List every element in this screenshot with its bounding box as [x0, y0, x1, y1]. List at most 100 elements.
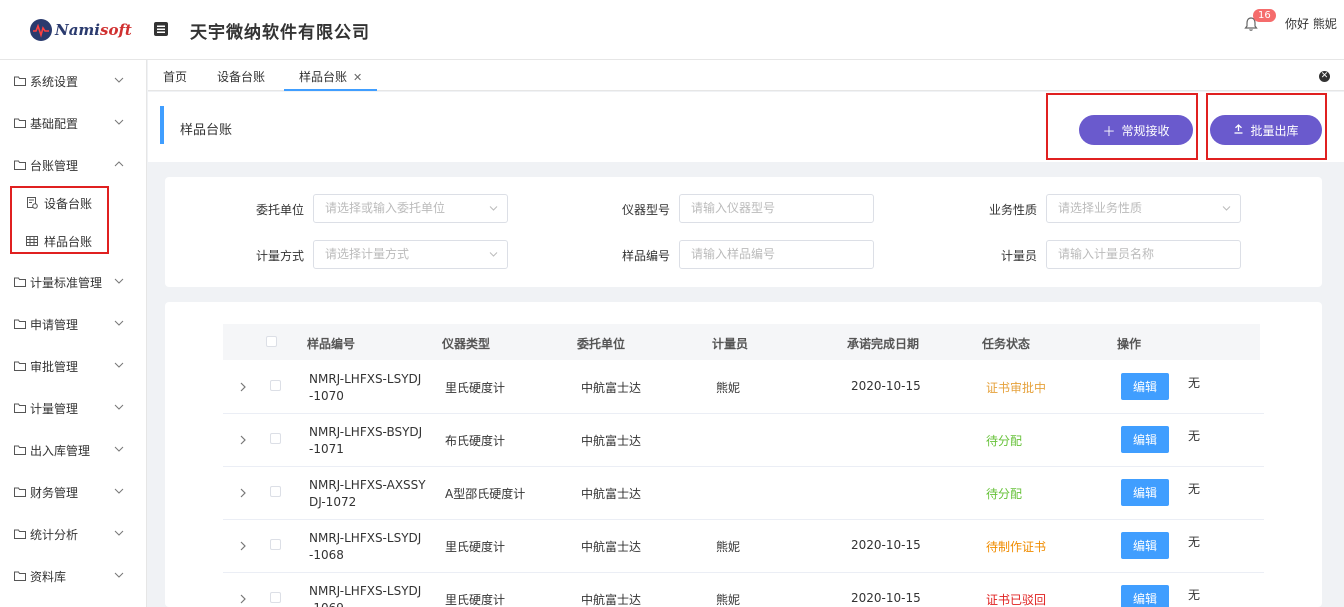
select-all-checkbox[interactable] [266, 336, 277, 347]
extra-action-cell: 无 [1188, 429, 1201, 443]
row-checkbox[interactable] [270, 433, 281, 444]
expand-row-icon[interactable] [239, 594, 247, 604]
sidebar-item-statistics[interactable]: 统计分析 [0, 513, 147, 555]
sidebar-item-label: 基础配置 [30, 116, 79, 131]
edit-button[interactable]: 编辑 [1121, 373, 1169, 400]
col-actions: 操作 [1117, 337, 1142, 351]
col-task-status[interactable]: 任务状态 [982, 335, 1030, 352]
chevron-down-icon [114, 404, 124, 410]
sample-no-line1: NMRJ-LHFXS-LSYDJ [309, 531, 422, 545]
operator-input[interactable]: 请输入计量员名称 [1046, 240, 1241, 269]
tab-equipment-ledger[interactable]: 设备台账 [217, 68, 265, 85]
tab-home[interactable]: 首页 [163, 68, 187, 85]
sample-no-line2: -1070 [309, 389, 344, 403]
chevron-down-icon [1222, 206, 1231, 211]
task-status-cell: 证书已驳回 [986, 593, 1047, 607]
chevron-down-icon [114, 77, 124, 83]
chevron-down-icon [114, 572, 124, 578]
col-instrument-type[interactable]: 仪器类型 [442, 335, 490, 352]
sidebar-item-basic-config[interactable]: 基础配置 [0, 102, 147, 144]
due-date-cell: 2020-10-15 [851, 538, 921, 552]
sidebar-item-metrology[interactable]: 计量管理 [0, 387, 147, 429]
sidebar-item-label: 统计分析 [30, 527, 79, 542]
sample-no-cell: NMRJ-LHFXS-LSYDJ -1070 [309, 371, 421, 405]
instrument-type-cell: 里氏硬度计 [445, 381, 506, 395]
placeholder: 请选择或输入委托单位 [325, 201, 446, 215]
chevron-down-icon [489, 252, 498, 257]
logo-wave-icon [30, 19, 52, 41]
tab-sample-ledger[interactable]: 样品台账 ✕ [299, 68, 362, 85]
row-checkbox[interactable] [270, 539, 281, 550]
sample-no-line1: NMRJ-LHFXS-LSYDJ [309, 372, 422, 386]
row-checkbox[interactable] [270, 592, 281, 603]
close-all-tabs-icon[interactable]: ✕ [1319, 71, 1330, 82]
placeholder: 请输入样品编号 [691, 247, 776, 261]
sidebar-item-label: 资料库 [30, 569, 67, 584]
menu-toggle-icon[interactable] [153, 21, 169, 37]
placeholder: 请选择业务性质 [1058, 201, 1143, 215]
sidebar-item-label: 计量管理 [30, 401, 79, 416]
highlight-box-batch-out [1206, 93, 1327, 160]
edit-button[interactable]: 编辑 [1121, 532, 1169, 559]
row-checkbox[interactable] [270, 486, 281, 497]
expand-row-icon[interactable] [239, 541, 247, 551]
business-select[interactable]: 请选择业务性质 [1046, 194, 1241, 223]
sidebar-item-metrology-standards[interactable]: 计量标准管理 [0, 261, 147, 303]
edit-button[interactable]: 编辑 [1121, 479, 1169, 506]
chevron-down-icon [114, 488, 124, 494]
client-label: 委托单位 [255, 203, 304, 217]
chevron-down-icon [114, 320, 124, 326]
sample-no-cell: NMRJ-LHFXS-AXSSY DJ-1072 [309, 477, 426, 511]
sidebar-item-ledger-management[interactable]: 台账管理 [0, 144, 147, 186]
col-client[interactable]: 委托单位 [577, 335, 625, 352]
row-checkbox[interactable] [270, 380, 281, 391]
folder-icon [14, 403, 26, 413]
sample-no-line2: -1069 [309, 601, 344, 607]
tab-close-icon[interactable]: ✕ [353, 71, 362, 84]
sidebar-item-system-settings[interactable]: 系统设置 [0, 60, 147, 102]
company-logo[interactable]: Namisoft [30, 16, 132, 44]
user-greeting[interactable]: 你好 熊妮 [1285, 15, 1337, 32]
due-date-cell: 2020-10-15 [851, 379, 921, 393]
operator-cell: 熊妮 [716, 381, 741, 395]
expand-row-icon[interactable] [239, 382, 247, 392]
sample-no-cell: NMRJ-LHFXS-LSYDJ -1068 [309, 530, 421, 564]
edit-button[interactable]: 编辑 [1121, 585, 1169, 607]
sample-no-input[interactable]: 请输入样品编号 [679, 240, 874, 269]
sidebar-item-finance[interactable]: 财务管理 [0, 471, 147, 513]
placeholder: 请输入计量员名称 [1058, 247, 1155, 261]
task-status-cell: 证书审批中 [986, 381, 1047, 395]
client-select[interactable]: 请选择或输入委托单位 [313, 194, 508, 223]
sidebar-item-application[interactable]: 申请管理 [0, 303, 147, 345]
placeholder: 请输入仪器型号 [691, 201, 776, 215]
col-operator[interactable]: 计量员 [712, 335, 748, 352]
top-header: Namisoft 天宇微纳软件有限公司 16 你好 熊妮 [0, 0, 1344, 60]
expand-row-icon[interactable] [239, 488, 247, 498]
instrument-type-cell: A型邵氏硬度计 [445, 487, 526, 501]
placeholder: 请选择计量方式 [325, 247, 410, 261]
col-sample-no[interactable]: 样品编号 [307, 335, 355, 352]
instrument-type-cell: 里氏硬度计 [445, 593, 506, 607]
tab-label: 样品台账 [299, 70, 348, 84]
method-select[interactable]: 请选择计量方式 [313, 240, 508, 269]
client-cell: 中航富士达 [581, 487, 642, 501]
logo-text: Namisoft [55, 21, 132, 39]
chevron-down-icon [114, 119, 124, 125]
chevron-down-icon [114, 446, 124, 452]
folder-icon [14, 571, 26, 581]
sidebar-item-library[interactable]: 资料库 [0, 555, 147, 597]
sample-no-line2: -1071 [309, 442, 344, 456]
col-due-date[interactable]: 承诺完成日期 [847, 335, 919, 352]
sidebar-item-inventory[interactable]: 出入库管理 [0, 429, 147, 471]
instrument-type-cell: 布氏硬度计 [445, 434, 506, 448]
edit-button[interactable]: 编辑 [1121, 426, 1169, 453]
sample-no-cell: NMRJ-LHFXS-BSYDJ -1071 [309, 424, 422, 458]
sidebar-item-label: 台账管理 [30, 158, 79, 173]
model-input[interactable]: 请输入仪器型号 [679, 194, 874, 223]
folder-icon [14, 118, 26, 128]
business-label: 业务性质 [988, 203, 1037, 217]
chevron-down-icon [489, 206, 498, 211]
expand-row-icon[interactable] [239, 435, 247, 445]
sidebar-item-approval[interactable]: 审批管理 [0, 345, 147, 387]
folder-icon [14, 487, 26, 497]
